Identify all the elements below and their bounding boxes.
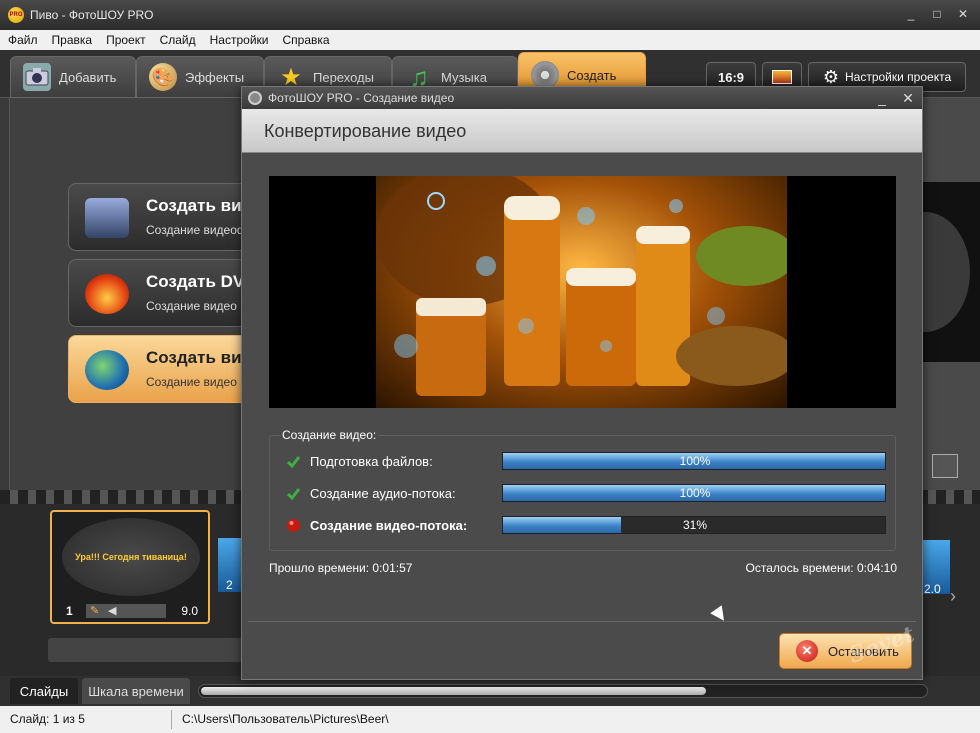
slide-thumbnail[interactable]: Ура!!! Сегодня тиваница! ✎ ◀ 1 9.0 xyxy=(50,510,210,624)
remaining-time: Осталось времени: 0:04:10 xyxy=(745,561,897,575)
project-path-status: C:\Users\Пользователь\Pictures\Beer\ xyxy=(182,712,389,726)
tab-label: Эффекты xyxy=(185,69,245,85)
progress-bar: 100% xyxy=(502,484,886,502)
create-option-subtitle: Создание видеофайла xyxy=(146,223,256,237)
task-row-video-stream: Создание видео-потока: 31% xyxy=(270,514,897,536)
image-icon xyxy=(772,70,792,84)
audio-track-bar[interactable] xyxy=(48,638,248,662)
red-dot-icon xyxy=(287,519,300,532)
create-option-title: Создать DVD xyxy=(146,272,256,291)
tab-slides[interactable]: Слайды xyxy=(10,678,78,704)
menu-help[interactable]: Справка xyxy=(282,33,329,47)
tab-label: Переходы xyxy=(313,69,374,85)
checkmark-icon xyxy=(286,456,301,469)
elapsed-time: Прошло времени: 0:01:57 xyxy=(269,561,413,575)
film-reel-icon xyxy=(531,61,559,89)
palette-icon: 🎨 xyxy=(149,63,177,91)
globe-icon xyxy=(85,350,129,390)
slide-caption: Ура!!! Сегодня тиваница! xyxy=(62,518,200,596)
dvd-disc-icon xyxy=(85,274,129,314)
tab-label: Добавить xyxy=(59,69,117,85)
progress-percent: 31% xyxy=(682,518,708,532)
progress-bar: 100% xyxy=(502,452,886,470)
slide-number: 2 xyxy=(226,578,233,592)
slide-count-status: Слайд: 1 из 5 xyxy=(0,710,172,729)
create-option-title: Создать вид xyxy=(146,348,253,367)
gear-icon: ⚙ xyxy=(822,66,839,87)
close-icon: ✕ xyxy=(796,640,818,662)
menu-slide[interactable]: Слайд xyxy=(160,33,196,47)
progress-bar: 31% xyxy=(502,516,886,534)
dialog-close-button[interactable]: ✕ xyxy=(898,90,918,106)
tab-timeline[interactable]: Шкала времени xyxy=(82,678,190,704)
task-label: Создание видео-потока: xyxy=(310,518,468,533)
camera-icon xyxy=(23,63,51,91)
status-bar: Слайд: 1 из 5 C:\Users\Пользователь\Pict… xyxy=(0,706,980,733)
menu-file[interactable]: Файл xyxy=(8,33,38,47)
beer-photo xyxy=(376,176,787,408)
progress-group-title: Создание видео: xyxy=(280,428,379,442)
slide-tools-bar: ✎ ◀ xyxy=(86,604,166,618)
menu-bar: Файл Правка Проект Слайд Настройки Справ… xyxy=(0,30,980,50)
tab-label: Создать xyxy=(567,67,617,83)
create-video-button[interactable]: Создать видео Создание видеофайла xyxy=(68,183,258,251)
next-slide-thumbnail[interactable]: 2 xyxy=(218,538,242,592)
dialog-title-bar: ФотоШОУ PRO - Создание видео xyxy=(242,87,922,109)
dialog-title: ФотоШОУ PRO - Создание видео xyxy=(268,91,455,105)
minimize-button[interactable]: _ xyxy=(900,6,922,22)
dialog-heading: Конвертирование видео xyxy=(264,121,467,141)
close-button[interactable]: ✕ xyxy=(952,6,974,22)
progress-percent: 100% xyxy=(679,486,711,500)
menu-edit[interactable]: Правка xyxy=(52,33,93,47)
scrollbar-thumb[interactable] xyxy=(201,687,706,695)
horizontal-scrollbar[interactable] xyxy=(198,684,928,698)
tab-add[interactable]: Добавить xyxy=(10,56,136,98)
progress-group: Создание видео: Подготовка файлов: 100% … xyxy=(269,428,897,551)
create-options-panel: Создать видео Создание видеофайла Создат… xyxy=(9,98,258,490)
task-label: Создание аудио-потока: xyxy=(310,486,456,501)
speaker-icon[interactable]: ◀ xyxy=(108,604,116,617)
title-bar: PRO Пиво - ФотоШОУ PRO _ □ ✕ xyxy=(0,0,980,30)
preview-screen xyxy=(880,182,980,362)
progress-percent: 100% xyxy=(679,454,711,468)
dialog-header: Конвертирование видео xyxy=(242,109,922,153)
slide-duration: 2.0 xyxy=(924,582,941,596)
create-dvd-button[interactable]: Создать DVD Создание видео xyxy=(68,259,258,327)
slide-duration: 9.0 xyxy=(181,604,198,618)
slide-preview-area xyxy=(880,98,980,490)
divider xyxy=(248,621,916,622)
maximize-button[interactable]: □ xyxy=(926,6,948,22)
project-settings-label: Настройки проекта xyxy=(845,70,952,84)
checkmark-icon xyxy=(286,488,301,501)
create-option-subtitle: Создание видео xyxy=(146,375,237,389)
tab-label: Музыка xyxy=(441,69,487,85)
pencil-icon[interactable]: ✎ xyxy=(90,604,99,617)
task-row-prepare-files: Подготовка файлов: 100% xyxy=(270,450,897,472)
video-preview xyxy=(269,176,896,408)
window-title: Пиво - ФотоШОУ PRO xyxy=(30,8,154,22)
menu-project[interactable]: Проект xyxy=(106,33,146,47)
film-reel-icon xyxy=(248,91,262,105)
app-icon: PRO xyxy=(8,7,24,23)
fullscreen-icon[interactable] xyxy=(932,454,958,478)
create-option-title: Создать видео xyxy=(146,196,256,215)
create-web-video-button[interactable]: Создать вид Создание видео xyxy=(68,335,258,403)
create-video-dialog: ФотоШОУ PRO - Создание видео _ ✕ Конверт… xyxy=(241,86,923,680)
video-file-icon xyxy=(85,198,129,238)
slide-number: 1 xyxy=(66,604,73,618)
task-label: Подготовка файлов: xyxy=(310,454,433,469)
task-row-audio-stream: Создание аудио-потока: 100% xyxy=(270,482,897,504)
chevron-right-icon[interactable]: › xyxy=(950,586,956,607)
dialog-minimize-button[interactable]: _ xyxy=(872,90,892,106)
menu-settings[interactable]: Настройки xyxy=(210,33,269,47)
create-option-subtitle: Создание видео xyxy=(146,299,237,313)
